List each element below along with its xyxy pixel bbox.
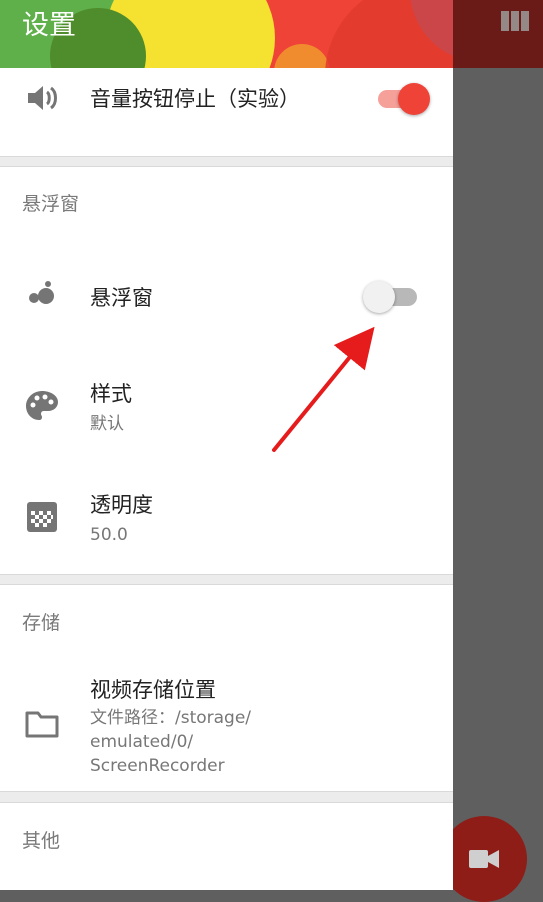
section-divider <box>0 156 453 167</box>
volume-button-stop-title: 音量按钮停止（实验） <box>90 87 300 111</box>
overlay-title: 悬浮窗 <box>90 286 153 310</box>
opacity-subtitle: 50.0 <box>90 525 128 545</box>
storage-location-row[interactable]: 视频存储位置 文件路径：/storage/ emulated/0/ Screen… <box>0 674 453 790</box>
record-fab-button[interactable] <box>441 816 527 902</box>
settings-drawer: 设置 音量按钮停止（实验） 悬浮窗 悬浮窗 样式 默认 透明度 50.0 存储 … <box>0 0 453 890</box>
opacity-title: 透明度 <box>90 493 153 517</box>
toggle-knob <box>363 281 395 313</box>
section-title-overlay: 悬浮窗 <box>22 193 80 215</box>
video-camera-icon <box>469 850 499 868</box>
volume-button-stop-row[interactable]: 音量按钮停止（实验） <box>0 68 453 156</box>
bubbles-icon <box>29 281 54 304</box>
toggle-knob <box>398 83 430 115</box>
style-title: 样式 <box>90 382 132 406</box>
style-subtitle: 默认 <box>90 414 124 434</box>
overlay-row[interactable]: 悬浮窗 <box>0 258 453 336</box>
dimmed-backdrop[interactable] <box>453 0 543 890</box>
overlay-toggle[interactable] <box>363 281 417 313</box>
storage-location-title: 视频存储位置 <box>90 678 216 702</box>
opacity-icon <box>27 502 57 532</box>
page-title: 设置 <box>22 10 76 41</box>
section-divider <box>0 574 453 585</box>
section-title-other: 其他 <box>22 830 61 852</box>
section-divider <box>0 791 453 803</box>
storage-location-path: 文件路径：/storage/ emulated/0/ ScreenRecorde… <box>90 708 252 776</box>
grid-icon[interactable] <box>501 11 529 31</box>
volume-icon <box>28 86 57 110</box>
opacity-row[interactable]: 透明度 50.0 <box>0 482 453 560</box>
section-title-storage: 存储 <box>22 612 61 634</box>
settings-header: 设置 <box>0 0 453 68</box>
backdrop-toolbar <box>453 0 543 68</box>
folder-icon <box>25 711 59 738</box>
volume-button-stop-toggle[interactable] <box>378 83 430 115</box>
style-row[interactable]: 样式 默认 <box>0 370 453 448</box>
palette-icon <box>26 391 58 420</box>
